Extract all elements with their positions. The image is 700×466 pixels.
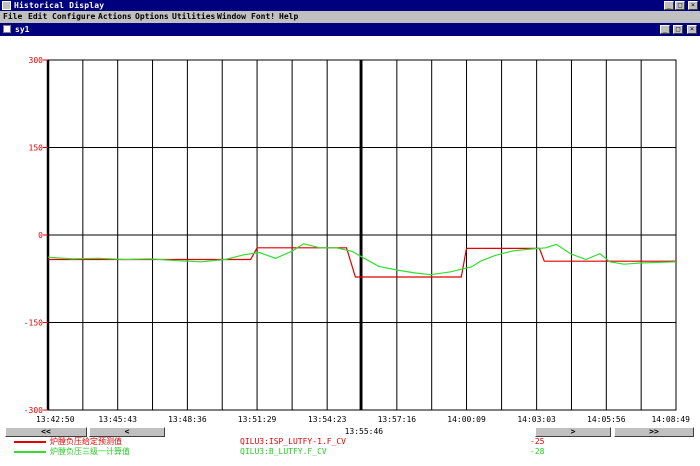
legend-tag: QILU3:B_LUTFY.F_CV <box>240 447 327 456</box>
legend-row-red[interactable]: 炉膛负压给定预测值 QILU3:ISP_LUTFY-1.F_CV -25 <box>0 437 700 447</box>
x-tick-label: 14:08:49 <box>651 415 690 424</box>
menu-help[interactable]: Help <box>279 11 298 23</box>
menu-edit[interactable]: Edit <box>28 11 47 23</box>
menu-font[interactable]: Font! <box>251 11 275 23</box>
window-title: Historical Display <box>14 1 105 10</box>
trend-chart: 300 150 0 -150 -300 13:42:50 13:45:43 13:48:36… <box>24 56 690 424</box>
chart-area: 300 150 0 -150 -300 13:42:50 13:45:43 13:48:36… <box>0 36 700 466</box>
close-button[interactable]: × <box>688 1 698 10</box>
legend-row-green[interactable]: 炉膛负压三级一计算值 QILU3:B_LUTFY.F_CV -28 <box>0 447 700 457</box>
x-tick-label: 13:42:50 <box>36 415 75 424</box>
y-tick-label: 300 <box>29 56 44 65</box>
subwindow-minimize-button[interactable]: _ <box>660 25 670 34</box>
legend-desc: 炉膛负压三级一计算值 <box>50 447 130 456</box>
menu-actions[interactable]: Actions <box>98 11 132 23</box>
x-tick-label: 13:48:36 <box>168 415 207 424</box>
cursor-time-label: 13:55:46 <box>344 427 384 436</box>
y-tick-label: 150 <box>29 144 44 153</box>
document-icon[interactable] <box>3 25 11 33</box>
legend-swatch-green <box>14 451 46 453</box>
title-bar: Historical Display _ □ × <box>0 0 700 11</box>
legend-swatch-red <box>14 441 46 443</box>
menu-window[interactable]: Window <box>217 11 246 23</box>
subwindow-title-bar: sy1 _ □ × <box>0 23 700 36</box>
subwindow-restore-button[interactable]: □ <box>673 25 683 34</box>
x-tick-label: 13:51:29 <box>238 415 277 424</box>
y-tick-label: -150 <box>24 319 43 328</box>
menu-utilities[interactable]: Utilities <box>172 11 215 23</box>
x-tick-label: 13:57:16 <box>378 415 417 424</box>
legend-desc: 炉膛负压给定预测值 <box>50 437 122 446</box>
menu-bar: File Edit Configure Actions Options Util… <box>0 11 700 23</box>
subwindow-close-button[interactable]: × <box>687 25 697 34</box>
x-tick-label: 14:00:09 <box>447 415 486 424</box>
back-button[interactable]: < <box>89 427 165 437</box>
legend-value: -25 <box>530 437 545 446</box>
x-tick-label: 14:03:03 <box>517 415 556 424</box>
menu-configure[interactable]: Configure <box>52 11 95 23</box>
fast-back-button[interactable]: << <box>5 427 87 437</box>
app-icon[interactable] <box>2 1 11 10</box>
fast-forward-button[interactable]: >> <box>614 427 694 437</box>
legend-tag: QILU3:ISP_LUTFY-1.F_CV <box>240 437 346 446</box>
menu-options[interactable]: Options <box>135 11 169 23</box>
y-tick-label: -300 <box>24 406 43 415</box>
forward-button[interactable]: > <box>535 427 611 437</box>
subwindow-title: sy1 <box>15 25 30 34</box>
maximize-button[interactable]: □ <box>675 1 685 10</box>
x-tick-label: 13:54:23 <box>308 415 347 424</box>
y-tick-label: 0 <box>38 231 43 240</box>
x-tick-label: 14:05:56 <box>587 415 626 424</box>
minimize-button[interactable]: _ <box>664 1 674 10</box>
legend-value: -28 <box>530 447 545 456</box>
x-tick-label: 13:45:43 <box>98 415 137 424</box>
menu-file[interactable]: File <box>3 11 22 23</box>
